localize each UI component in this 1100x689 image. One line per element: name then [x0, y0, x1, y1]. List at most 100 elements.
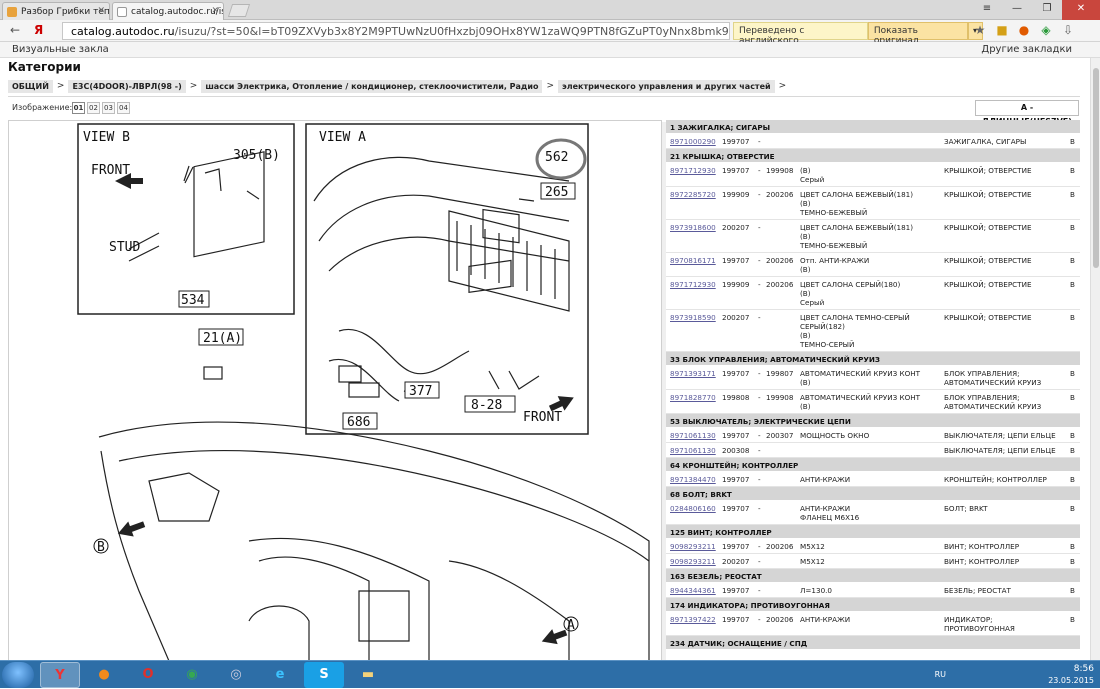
close-window-icon[interactable]: ✕	[1062, 0, 1100, 20]
internet-explorer-icon[interactable]: e	[260, 662, 300, 688]
folder-icon[interactable]: ▬	[348, 662, 388, 688]
part-name: ИНДИКАТОР; ПРОТИВОУГОННАЯ	[944, 615, 1015, 633]
part-number-link[interactable]: 8971397422	[670, 615, 716, 624]
date-from: 199909	[722, 190, 750, 199]
bookmark-visual[interactable]: Визуальные закла	[12, 44, 109, 55]
browser-tab[interactable]: Разбор Грибки тепер ✕	[2, 2, 110, 20]
table-row[interactable]: 8971000290 199707 ЗАЖИГАЛКА, СИГАРЫ B -	[666, 134, 1080, 149]
part-number-link[interactable]: 9098293211	[670, 557, 716, 566]
opera-icon[interactable]: O	[128, 662, 168, 688]
table-row[interactable]: 8971712930 199909 200206 ЦВЕТ САЛОНА СЕРЫЙ(…	[666, 277, 1080, 310]
date-to: 199908	[766, 166, 794, 175]
date-separator: -	[758, 586, 761, 595]
table-row[interactable]: 9098293211 200207 М5Х12 ВИНТ; КОНТРОЛЛЕР B -	[666, 554, 1080, 569]
breadcrumb-item[interactable]: E3C(4DOOR)-ЛВРЛ(98 -)	[68, 79, 186, 93]
part-number-link[interactable]: 8971384470	[670, 475, 716, 484]
variant-selector[interactable]: A - ДЛИННЫЕ(UES7VF)	[975, 100, 1079, 126]
part-number-link[interactable]: 0284806160	[670, 504, 716, 513]
part-code: B	[1070, 190, 1075, 199]
clock[interactable]: 8:56 23.05.2015	[1048, 664, 1094, 686]
download-icon[interactable]: ⇩	[1060, 22, 1076, 38]
part-number-link[interactable]: 8944344361	[670, 586, 716, 595]
part-name: КРЫШКОЙ; ОТВЕРСТИЕ	[944, 313, 1032, 322]
breadcrumb-item[interactable]: электрического управления и других часте…	[558, 79, 775, 93]
part-number-link[interactable]: 8971828770	[670, 393, 716, 402]
table-row[interactable]: 0284806160 199707 АНТИ-КРАЖИ ФЛАНЕЦ М6Х16 Б…	[666, 501, 1080, 525]
show-original-button[interactable]: Показать оригинал	[867, 22, 968, 46]
table-row[interactable]: 8971828770 199808 199908 АВТОМАТИЧЕСКИЙ КРУ…	[666, 390, 1080, 414]
clock-time: 8:56	[1073, 664, 1094, 674]
parts-group-header: 163 БЕЗЕЛЬ; РЕОСТАТ	[666, 569, 1080, 583]
table-row[interactable]: 8973918590 200207 ЦВЕТ САЛОНА ТЕМНО-СЕРЫЙ …	[666, 310, 1080, 352]
date-separator: -	[758, 446, 761, 455]
shield-icon[interactable]: ◈	[1038, 22, 1054, 38]
close-tab-icon[interactable]: ✕	[211, 6, 219, 16]
parts-diagram[interactable]: VIEW B FRONT 305(B) STUD 534 VIEW A 562 …	[8, 120, 662, 660]
table-row[interactable]: 9098293211 199707 200206 М5Х12 ВИНТ; КОНТРОЛ…	[666, 539, 1080, 554]
start-button[interactable]	[2, 662, 34, 688]
maximize-icon[interactable]: ❐	[1032, 0, 1062, 20]
part-name: КРЫШКОЙ; ОТВЕРСТИЕ	[944, 256, 1032, 265]
date-separator: -	[758, 137, 761, 146]
diagram-label: 21(A)	[203, 331, 242, 346]
firefox-icon[interactable]: ●	[84, 662, 124, 688]
table-row[interactable]: 8972285720 199909 200206 ЦВЕТ САЛОНА БЕЖЕВЫ…	[666, 187, 1080, 220]
date-to: 200206	[766, 190, 794, 199]
extension-icon[interactable]: ■	[994, 22, 1010, 38]
part-number-link[interactable]: 8971393171	[670, 369, 716, 378]
minimize-icon[interactable]: —	[1002, 0, 1032, 20]
url-field[interactable]: catalog.autodoc.ru/isuzu/?st=50&l=bT09ZX…	[62, 22, 730, 40]
media-player-icon[interactable]: ◎	[216, 662, 256, 688]
bookmark-other[interactable]: Другие закладки	[981, 44, 1072, 55]
image-page-button[interactable]: 02	[87, 102, 100, 114]
new-tab-button[interactable]	[227, 4, 251, 17]
table-row[interactable]: 8971397422 199707 200206 АНТИ-КРАЖИ ИНДИКАТО…	[666, 612, 1080, 636]
skype-icon[interactable]: S	[304, 662, 344, 688]
page-content: Категории ОБЩИЙ > E3C(4DOOR)-ЛВРЛ(98 -) …	[0, 58, 1090, 660]
part-name: БЕЗЕЛЬ; РЕОСТАТ	[944, 586, 1011, 595]
chrome-icon[interactable]: ◉	[172, 662, 212, 688]
part-number-link[interactable]: 8971061130	[670, 446, 716, 455]
yandex-browser-icon[interactable]: Y	[40, 662, 80, 688]
table-row[interactable]: 8970816171 199707 200206 Отп. АНТИ-КРАЖИ (B…	[666, 253, 1080, 277]
date-to: 200206	[766, 256, 794, 265]
breadcrumb-item[interactable]: шасси Электрика, Отопление / кондиционер…	[201, 79, 543, 93]
page-scrollbar[interactable]	[1090, 58, 1100, 660]
language-indicator[interactable]: RU	[935, 670, 946, 679]
table-row[interactable]: 8971393171 199707 199807 АВТОМАТИЧЕСКИЙ КРУ…	[666, 366, 1080, 390]
table-row[interactable]: 8944344361 199707 Л=130.0 БЕЗЕЛЬ; РЕОСТАТ B -	[666, 583, 1080, 598]
part-number-link[interactable]: 8971712930	[670, 280, 716, 289]
table-row[interactable]: 8971712930 199707 199908 (B) Серый КРЫШКОЙ; …	[666, 163, 1080, 187]
part-number-link[interactable]: 8971061130	[670, 431, 716, 440]
date-from: 199707	[722, 166, 750, 175]
image-page-button[interactable]: 03	[102, 102, 115, 114]
part-number-link[interactable]: 8971712930	[670, 166, 716, 175]
back-arrow-icon[interactable]: ←	[10, 23, 20, 37]
part-number-link[interactable]: 8972285720	[670, 190, 716, 199]
browser-tab-active[interactable]: catalog.autodoc.ru/isu ✕	[112, 2, 224, 20]
date-separator: -	[758, 542, 761, 551]
part-number-link[interactable]: 8971000290	[670, 137, 716, 146]
part-number-link[interactable]: 8973918590	[670, 313, 716, 322]
yandex-logo-icon[interactable]: Я	[34, 23, 43, 37]
part-number-link[interactable]: 8973918600	[670, 223, 716, 232]
extension-icon[interactable]: ●	[1016, 22, 1032, 38]
close-tab-icon[interactable]: ✕	[97, 6, 105, 16]
star-bookmark-icon[interactable]: ★	[972, 22, 988, 38]
part-number-link[interactable]: 8970816171	[670, 256, 716, 265]
scrollbar-thumb[interactable]	[1093, 68, 1099, 268]
table-row[interactable]: 8971384470 199707 АНТИ-КРАЖИ КРОНШТЕЙН; КОН…	[666, 472, 1080, 487]
image-page-button[interactable]: 01	[72, 102, 85, 114]
date-to: 200206	[766, 280, 794, 289]
part-code: B	[1070, 280, 1075, 289]
breadcrumb-item[interactable]: ОБЩИЙ	[8, 79, 53, 93]
image-page-button[interactable]: 04	[117, 102, 130, 114]
part-name: БЛОК УПРАВЛЕНИЯ; АВТОМАТИЧЕСКИЙ КРУИЗ	[944, 369, 1042, 387]
breadcrumb: ОБЩИЙ > E3C(4DOOR)-ЛВРЛ(98 -) > шасси Эл…	[8, 79, 790, 93]
date-from: 199808	[722, 393, 750, 402]
table-row[interactable]: 8973918600 200207 ЦВЕТ САЛОНА БЕЖЕВЫЙ(181)…	[666, 220, 1080, 253]
menu-icon[interactable]: ≡	[972, 0, 1002, 20]
table-row[interactable]: 8971061130 199707 200307 МОЩНОСТЬ ОКНО ВЫКЛЮ…	[666, 428, 1080, 443]
part-number-link[interactable]: 9098293211	[670, 542, 716, 551]
table-row[interactable]: 8971061130 200308 ВЫКЛЮЧАТЕЛЯ; ЦЕПИ ЕЛЬЦЕ B…	[666, 443, 1080, 458]
